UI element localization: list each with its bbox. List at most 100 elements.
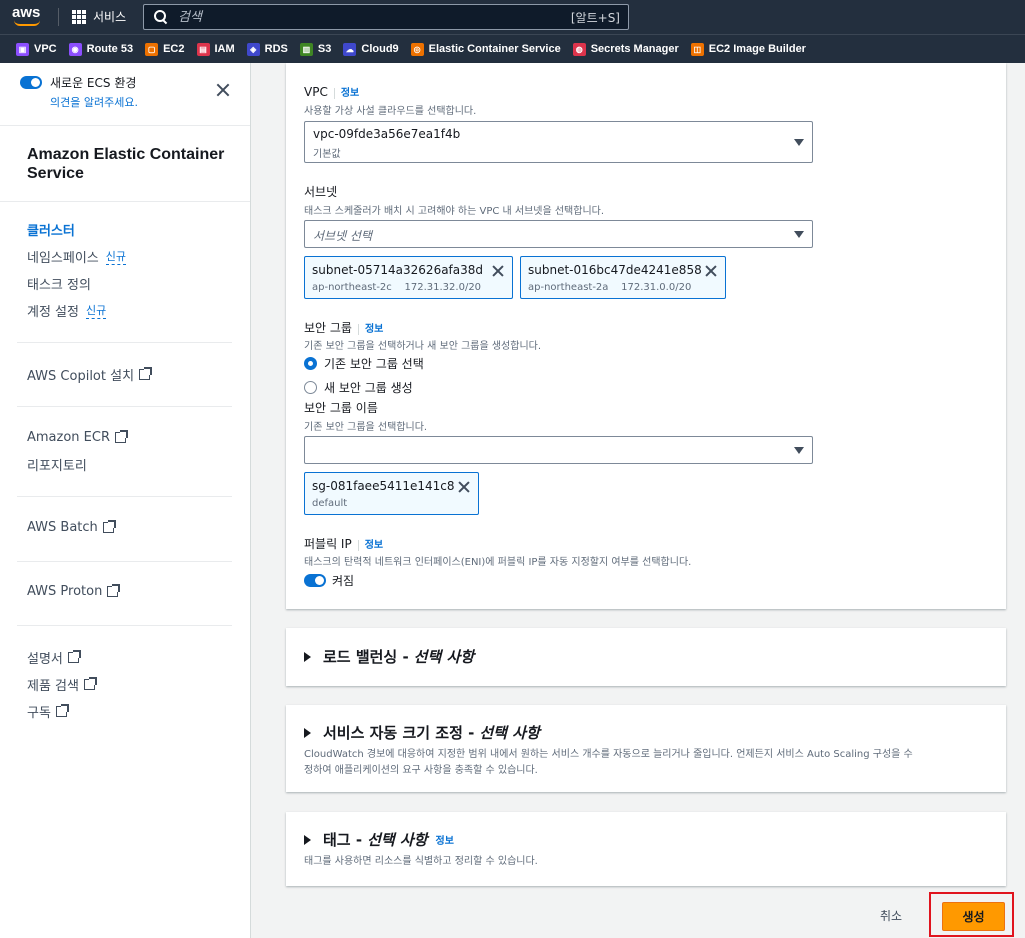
public-ip-info-link[interactable]: 정보 — [357, 540, 384, 551]
security-group-token-name: default — [312, 498, 348, 509]
external-link-icon — [139, 367, 153, 380]
sidebar-item-product-search[interactable]: 제품 검색 — [27, 675, 97, 694]
search-icon — [154, 10, 168, 24]
cancel-button[interactable]: 취소 — [880, 907, 902, 924]
sidebar-item-clusters[interactable]: 클러스터 — [27, 220, 75, 239]
radio-selected-icon — [304, 357, 317, 370]
new-ecs-toggle[interactable] — [20, 76, 42, 89]
tags-description: 태그를 사용하면 리소스를 식별하고 정리할 수 있습니다. — [304, 856, 538, 867]
subnet-token-details: ap-northeast-2c 172.31.32.0/20 — [312, 282, 482, 293]
vpc-label: VPC 정보 — [304, 85, 360, 99]
divider — [0, 201, 250, 202]
favorite-route53[interactable]: ◉ Route 53 — [68, 42, 133, 56]
route53-icon: ◉ — [68, 42, 82, 56]
sidebar-item-batch[interactable]: AWS Batch — [27, 520, 116, 535]
public-ip-label: 퍼블릭 IP 정보 — [304, 537, 384, 551]
auto-scaling-description: CloudWatch 경보에 대응하여 지정한 범위 내에서 원하는 서비스 개… — [304, 749, 913, 760]
favorite-s3[interactable]: ▥ S3 — [299, 42, 331, 56]
sidebar-item-ecr[interactable]: Amazon ECR — [27, 430, 128, 445]
sidebar-item-task-definitions[interactable]: 태스크 정의 — [27, 274, 91, 293]
remove-icon[interactable] — [458, 481, 470, 493]
divider — [0, 125, 250, 126]
auto-scaling-description-cont: 정하여 애플리케이션의 요구 사항을 충족할 수 있습니다. — [304, 765, 538, 776]
sidebar-item-namespaces[interactable]: 네임스페이스 신규 — [27, 247, 127, 266]
search-bar[interactable]: [알트+S] — [143, 4, 629, 30]
s3-icon: ▥ — [299, 42, 313, 56]
favorite-cloud9[interactable]: ☁ Cloud9 — [343, 42, 399, 56]
divider — [17, 496, 232, 497]
tags-info-link[interactable]: 정보 — [436, 832, 454, 847]
radio-existing-security-group[interactable]: 기존 보안 그룹 선택 — [304, 355, 424, 372]
security-group-name-label: 보안 그룹 이름 — [304, 401, 378, 415]
security-group-name-description: 기존 보안 그룹을 선택합니다. — [304, 422, 428, 433]
divider — [17, 342, 232, 343]
sidebar-item-repositories[interactable]: 리포지토리 — [27, 455, 87, 474]
favorite-rds[interactable]: ◈ RDS — [246, 42, 288, 56]
sidebar-item-subscribe[interactable]: 구독 — [27, 702, 69, 721]
feedback-link[interactable]: 의견을 알려주세요. — [50, 94, 240, 110]
aws-logo[interactable]: aws — [12, 4, 41, 26]
favorite-iam[interactable]: ▤ IAM — [196, 42, 235, 56]
search-input[interactable] — [178, 9, 571, 25]
auto-scaling-header[interactable]: 서비스 자동 크기 조정 - 선택 사항 — [304, 722, 540, 743]
radio-new-security-group[interactable]: 새 보안 그룹 생성 — [304, 379, 413, 396]
vpc-value: vpc-09fde3a56e7ea1f4b — [313, 127, 461, 141]
sidebar-item-proton[interactable]: AWS Proton — [27, 584, 121, 599]
image-builder-icon: ◫ — [690, 42, 704, 56]
subnet-label: 서브넷 — [304, 185, 338, 199]
security-group-token-id: sg-081faee5411e141c8 — [312, 479, 455, 493]
nav-divider — [58, 8, 59, 26]
favorite-ec2[interactable]: ▢ EC2 — [145, 42, 185, 56]
secrets-manager-icon: ◍ — [572, 42, 586, 56]
ec2-icon: ▢ — [145, 42, 159, 56]
security-group-info-link[interactable]: 정보 — [357, 324, 384, 335]
remove-icon[interactable] — [705, 265, 717, 277]
sidebar-item-account-settings[interactable]: 계정 설정 신규 — [27, 301, 107, 320]
subnet-select[interactable]: 서브넷 선택 — [304, 220, 813, 248]
external-link-icon — [115, 430, 128, 443]
vpc-select[interactable]: vpc-09fde3a56e7ea1f4b 기본값 — [304, 121, 813, 163]
create-button[interactable]: 생성 — [942, 902, 1005, 931]
caret-down-icon — [794, 231, 804, 238]
tags-header[interactable]: 태그 - 선택 사항 정보 — [304, 829, 454, 850]
sidebar: 새로운 ECS 환경 의견을 알려주세요. Amazon Elastic Con… — [0, 63, 251, 938]
public-ip-toggle[interactable] — [304, 574, 326, 587]
security-group-select[interactable] — [304, 436, 813, 464]
divider — [17, 625, 232, 626]
radio-empty-icon — [304, 381, 317, 394]
sidebar-item-documentation[interactable]: 설명서 — [27, 648, 81, 667]
rds-icon: ◈ — [246, 42, 260, 56]
load-balancing-header[interactable]: 로드 밸런싱 - 선택 사항 — [304, 646, 474, 667]
public-ip-description: 태스크의 탄력적 네트워크 인터페이스(ENI)에 퍼블릭 IP를 자동 지정할… — [304, 557, 692, 568]
new-badge: 신규 — [105, 250, 127, 265]
favorite-vpc[interactable]: ▣ VPC — [16, 42, 57, 56]
external-link-icon — [102, 520, 116, 533]
subnet-placeholder: 서브넷 선택 — [313, 229, 373, 243]
close-icon[interactable] — [215, 82, 231, 98]
favorite-ecs[interactable]: ◎ Elastic Container Service — [410, 42, 561, 56]
security-group-token: sg-081faee5411e141c8 default — [304, 472, 479, 515]
ecs-icon: ◎ — [410, 42, 424, 56]
external-link-icon — [55, 704, 69, 717]
new-ecs-label: 새로운 ECS 환경 — [50, 76, 137, 90]
sidebar-item-copilot[interactable]: AWS Copilot 설치 — [27, 365, 153, 384]
search-shortcut: [알트+S] — [570, 10, 620, 25]
divider — [17, 406, 232, 407]
favorite-ec2-image-builder[interactable]: ◫ EC2 Image Builder — [690, 42, 806, 56]
services-button[interactable]: 서비스 — [72, 8, 126, 25]
subnet-token-id: subnet-016bc47de4241e858 — [528, 263, 702, 277]
security-group-label: 보안 그룹 정보 — [304, 321, 384, 335]
vpc-icon: ▣ — [16, 42, 29, 56]
caret-right-icon — [304, 727, 311, 738]
top-navigation: aws 서비스 [알트+S] — [0, 0, 1025, 34]
sidebar-title: Amazon Elastic Container Service — [27, 146, 225, 182]
vpc-info-link[interactable]: 정보 — [333, 88, 360, 99]
favorites-bar: ▣ VPC ◉ Route 53 ▢ EC2 ▤ IAM ◈ RDS ▥ S3 ☁ Cloud… — [0, 34, 1025, 63]
aws-logo-text: aws — [12, 4, 41, 21]
favorite-secrets-manager[interactable]: ◍ Secrets Manager — [572, 42, 679, 56]
external-link-icon — [67, 650, 81, 663]
remove-icon[interactable] — [492, 265, 504, 277]
new-badge: 신규 — [85, 304, 107, 319]
new-ecs-toggle-row: 새로운 ECS 환경 — [20, 74, 240, 91]
caret-right-icon — [304, 834, 311, 845]
